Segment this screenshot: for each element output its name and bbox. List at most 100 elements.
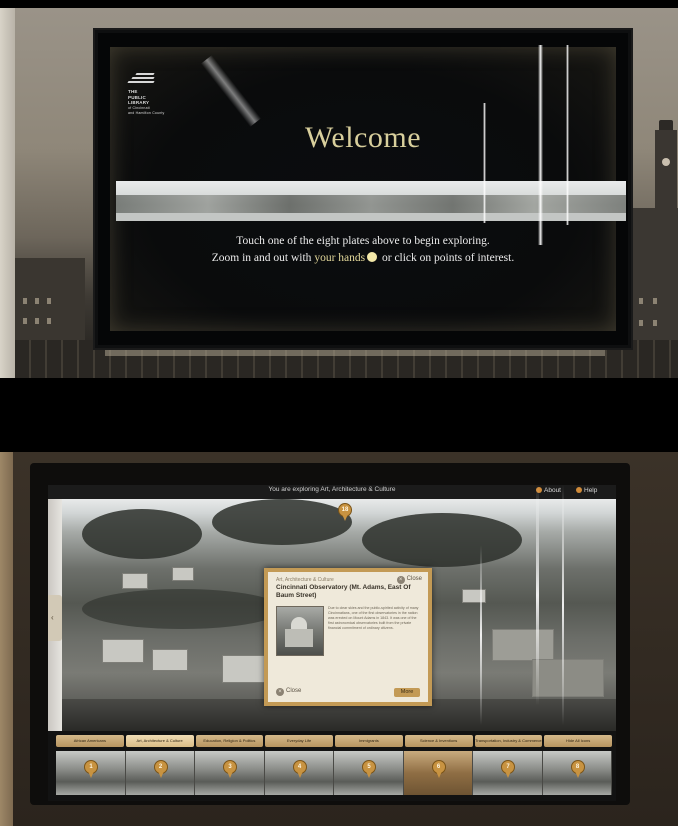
category-tab-bar: African Americans Art, Architecture & Cul… — [56, 735, 612, 747]
plate-thumbnail[interactable]: 8 — [542, 751, 612, 795]
house — [532, 659, 604, 697]
house — [462, 589, 486, 603]
category-tab[interactable]: Transportation, Industry & Commerce — [474, 735, 543, 747]
window — [653, 320, 657, 326]
plate-thumbnail[interactable]: 5 — [334, 751, 404, 795]
tree-cluster — [212, 499, 352, 545]
plate-pin: 7 — [501, 760, 515, 778]
panorama-plates-strip[interactable] — [116, 181, 626, 221]
window — [639, 320, 643, 326]
pin-tail — [227, 771, 233, 778]
popup-close-button[interactable]: × Close — [396, 576, 422, 584]
thumbnail-dome — [291, 617, 307, 629]
exploring-screen: You are exploring Art, Architecture & Cu… — [48, 485, 616, 801]
about-label: About — [544, 487, 561, 494]
plate-pin: 1 — [84, 760, 98, 778]
map-pin[interactable]: 18 — [338, 503, 352, 521]
wall-edge-left — [0, 8, 15, 378]
house — [122, 573, 148, 589]
close-label: Close — [286, 688, 302, 694]
light-reflection — [566, 45, 569, 225]
window — [35, 318, 39, 324]
pin-tail — [435, 771, 442, 778]
category-tab[interactable]: African Americans — [56, 735, 124, 747]
light-reflection — [480, 545, 482, 725]
popup-category: Art, Architecture & Culture — [276, 577, 334, 583]
category-tab[interactable]: Science & Inventions — [404, 735, 473, 747]
light-reflection — [562, 485, 564, 725]
popup-title: Cincinnati Observatory (Mt. Adams, East … — [276, 584, 411, 599]
pin-tail — [505, 771, 511, 778]
light-reflection — [483, 103, 486, 223]
observatory-thumbnail — [276, 606, 324, 656]
side-drawer-tab[interactable]: ‹ — [48, 595, 62, 641]
chevron-left-icon: ‹ — [51, 613, 54, 622]
popup-close-button[interactable]: × Close — [276, 688, 301, 696]
plate-pin: 5 — [362, 760, 376, 778]
plates-strip: 1 2 3 4 5 6 7 8 — [56, 751, 612, 795]
house — [152, 649, 188, 671]
popup-description: Due to clear skies and the public-spirit… — [328, 606, 419, 630]
window — [653, 298, 657, 304]
logo-line: and Hamilton County — [128, 111, 165, 115]
plate-pin: 8 — [570, 760, 585, 778]
point-of-interest-popup: Art, Architecture & Culture × Close Cinci… — [264, 568, 432, 706]
hand-dot-icon — [367, 252, 378, 262]
plate-thumbnail[interactable]: 2 — [125, 751, 195, 795]
house — [492, 629, 554, 661]
category-tab[interactable]: Everyday Life — [265, 735, 333, 747]
logo-stripe — [127, 81, 155, 83]
instruction-text: Zoom in and out with — [211, 252, 315, 264]
tree-cluster — [82, 509, 202, 559]
close-label: Close — [406, 576, 422, 582]
window — [639, 298, 643, 304]
more-button[interactable]: More — [394, 688, 420, 697]
screen-header: You are exploring Art, Architecture & Cu… — [48, 485, 616, 499]
pin-tail — [574, 771, 581, 778]
pin-tail — [296, 771, 303, 778]
instruction-text: or click on points of interest. — [379, 252, 515, 264]
house — [102, 639, 144, 663]
clock-tower — [655, 130, 677, 210]
welcome-display-photo: THE PUBLIC LIBRARY of Cincinnati and Ham… — [15, 8, 678, 378]
plate-thumbnail[interactable]: 3 — [195, 751, 265, 795]
logo-text: THE PUBLIC LIBRARY of Cincinnati and Ham… — [128, 89, 168, 117]
tree-cluster — [362, 513, 522, 567]
house — [172, 567, 194, 581]
plate-pin: 2 — [153, 760, 168, 778]
category-tab[interactable]: Hide All Icons — [544, 735, 612, 747]
window — [23, 318, 27, 324]
window — [23, 298, 27, 304]
instruction-line-2: Zoom in and out with your hands or click… — [110, 250, 616, 267]
plate-thumbnail[interactable]: 7 — [473, 751, 543, 795]
exploring-status: You are exploring Art, Architecture & Cu… — [268, 486, 396, 493]
pin-tail — [88, 771, 94, 778]
logo-stripe — [131, 77, 155, 79]
help-label: Help — [584, 487, 598, 494]
plate-pin: 6 — [431, 760, 446, 778]
plate-pin: 3 — [223, 760, 237, 778]
light-reflection — [538, 45, 543, 245]
window — [35, 298, 39, 304]
category-tab[interactable]: Immigrants — [335, 735, 403, 747]
wood-frame-left — [0, 452, 13, 826]
welcome-screen: THE PUBLIC LIBRARY of Cincinnati and Ham… — [95, 30, 631, 348]
help-button[interactable]: Help — [576, 487, 597, 494]
pin-tail — [157, 771, 164, 778]
close-icon: × — [276, 688, 284, 696]
plate-thumbnail[interactable]: 4 — [264, 751, 334, 795]
clock-icon — [662, 158, 670, 166]
plate-thumbnail[interactable]: 6 — [403, 751, 473, 795]
close-icon: × — [396, 576, 405, 584]
category-tab[interactable]: Education, Religion & Politics — [195, 735, 264, 747]
pin-tail — [366, 771, 372, 778]
about-button[interactable]: About — [536, 487, 561, 494]
plate-thumbnail[interactable]: 1 — [56, 751, 126, 795]
plate-pin: 4 — [292, 760, 307, 778]
help-icon — [576, 487, 582, 493]
pin-tail — [342, 514, 348, 521]
thumbnail-building — [285, 629, 313, 647]
panorama-hills — [116, 195, 626, 215]
tree-cluster — [82, 589, 282, 629]
category-tab[interactable]: Art, Architecture & Culture — [125, 735, 194, 747]
